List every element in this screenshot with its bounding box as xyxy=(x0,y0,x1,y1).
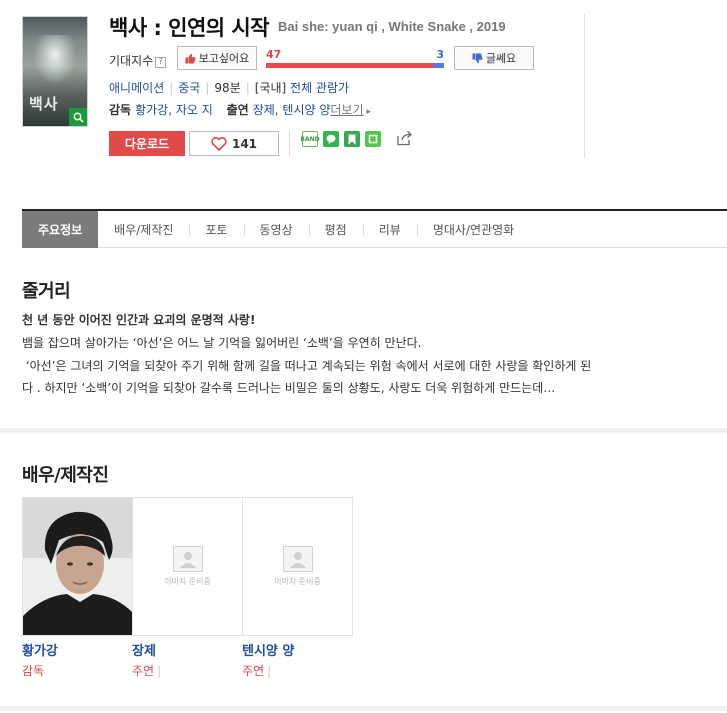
tab-ratings[interactable]: 평점 xyxy=(308,211,363,248)
more-link[interactable]: 더보기 xyxy=(330,103,363,117)
country-link[interactable]: 중국 xyxy=(178,81,200,95)
line-share-icon[interactable] xyxy=(323,131,339,147)
tab-quotes-related[interactable]: 명대사/연관영화 xyxy=(416,211,530,248)
synopsis-heading: 줄거리 xyxy=(22,281,71,302)
section-divider xyxy=(0,428,727,433)
director-links[interactable]: 황가강, 자오 지 xyxy=(135,103,213,117)
original-title: Bai she: yuan qi , White Snake , 2019 xyxy=(278,19,506,34)
synopsis-line: ‘아선’은 그녀의 기억을 되찾아 주기 위해 함께 길을 떠나고 계속되는 위… xyxy=(22,358,592,373)
person-name[interactable]: 황가강 xyxy=(22,640,58,659)
want-count: 47 xyxy=(266,48,282,61)
share-icon[interactable] xyxy=(396,130,413,149)
want-label: 보고싶어요 xyxy=(198,52,250,65)
person-role: 주연 | xyxy=(132,664,162,678)
crew-heading: 배우/제작진 xyxy=(22,465,109,486)
tab-cast-crew[interactable]: 배우/제작진 xyxy=(98,211,189,248)
heart-icon xyxy=(211,136,227,151)
header-divider xyxy=(584,14,585,158)
not-sure-label: 글쎄요 xyxy=(485,52,517,65)
genre-link[interactable]: 애니메이션 xyxy=(109,81,164,95)
synopsis-tagline: 천 년 동안 이어진 인간과 요괴의 운명적 사랑! xyxy=(22,313,256,327)
synopsis-line: 다 . 하지만 ‘소백’이 기억을 되찾아 갈수록 드러나는 비밀은 둘의 상황… xyxy=(22,381,556,395)
person-role-text: 주연 xyxy=(132,664,155,678)
person-photo[interactable] xyxy=(22,497,133,636)
movie-poster[interactable]: 백사 xyxy=(22,16,88,127)
no-image-text: 이미지 준비중 xyxy=(164,577,211,586)
person-role-text: 주연 xyxy=(242,664,265,678)
section-divider xyxy=(0,706,727,711)
expectation-label: 기대지수? xyxy=(109,52,167,69)
no-image: 이미지 준비중 xyxy=(133,498,242,635)
tab-reviews[interactable]: 리뷰 xyxy=(362,211,417,248)
chevron-right-icon: ▸ xyxy=(363,107,371,117)
tab-bar: 주요정보 배우/제작진 포토 동영상 평점 리뷰 명대사/연관영화 xyxy=(22,209,727,248)
movie-meta: 애니메이션 | 중국 | 98분 | [국내] 전체 관람가 xyxy=(109,81,350,95)
zoom-icon[interactable] xyxy=(69,108,87,126)
no-image-text: 이미지 준비중 xyxy=(274,577,321,586)
tab-videos[interactable]: 동영상 xyxy=(243,211,309,248)
runtime: 98분 xyxy=(214,81,241,95)
like-button[interactable]: 141 xyxy=(189,131,279,156)
person-placeholder-icon xyxy=(282,546,313,572)
download-button[interactable]: 다운로드 xyxy=(109,131,185,156)
synopsis-body: 뱀을 잡으며 살아가는 ‘아선’은 어느 날 기억을 잃어버린 ‘소백’을 우연… xyxy=(22,332,702,400)
ratio-bar xyxy=(266,63,444,68)
expectation-bar: 47 3 xyxy=(266,48,444,70)
person-role: 주연 | xyxy=(242,664,272,678)
no-image: 이미지 준비중 xyxy=(243,498,352,635)
tab-photos[interactable]: 포토 xyxy=(189,211,243,248)
rating-link[interactable]: 전체 관람가 xyxy=(290,81,349,95)
note-share-icon[interactable] xyxy=(365,131,381,147)
band-share-icon[interactable]: BAND xyxy=(300,131,320,147)
thumbs-down-icon xyxy=(472,53,483,63)
person-role-text: 감독 xyxy=(22,664,45,678)
hmm-count: 3 xyxy=(436,48,444,61)
thumbs-up-icon xyxy=(185,53,196,63)
ratio-bar-fill xyxy=(266,63,434,68)
not-sure-button[interactable]: 글쎄요 xyxy=(454,46,534,70)
cast-links[interactable]: 장제, 텐시양 양 xyxy=(253,103,331,117)
tab-main-info[interactable]: 주요정보 xyxy=(22,210,99,248)
like-count: 141 xyxy=(231,136,258,151)
person-name[interactable]: 장제 xyxy=(132,640,156,659)
expectation-text: 기대지수 xyxy=(109,54,154,68)
divider xyxy=(289,131,290,156)
person-photo-placeholder[interactable]: 이미지 준비중 xyxy=(242,497,353,636)
person-name[interactable]: 텐시양 양 xyxy=(242,640,294,659)
poster-title: 백사 xyxy=(29,95,59,113)
synopsis-line: 뱀을 잡으며 살아가는 ‘아선’은 어느 날 기억을 잃어버린 ‘소백’을 우연… xyxy=(22,336,422,350)
cast-label: 출연 xyxy=(226,103,249,117)
want-to-see-button[interactable]: 보고싶어요 xyxy=(177,46,257,70)
person-photo-placeholder[interactable]: 이미지 준비중 xyxy=(132,497,243,636)
help-icon[interactable]: ? xyxy=(155,57,167,68)
bookmark-share-icon[interactable] xyxy=(344,131,360,147)
poster-art xyxy=(33,35,77,85)
director-label: 감독 xyxy=(109,103,132,117)
people-meta: 감독 황가강, 자오 지 출연 장제, 텐시양 양더보기 ▸ xyxy=(109,101,371,118)
movie-title: 백사 : 인연의 시작 xyxy=(109,16,270,40)
person-placeholder-icon xyxy=(172,546,203,572)
person-role: 감독 xyxy=(22,662,44,679)
rating-prefix: [국내] xyxy=(254,81,287,95)
